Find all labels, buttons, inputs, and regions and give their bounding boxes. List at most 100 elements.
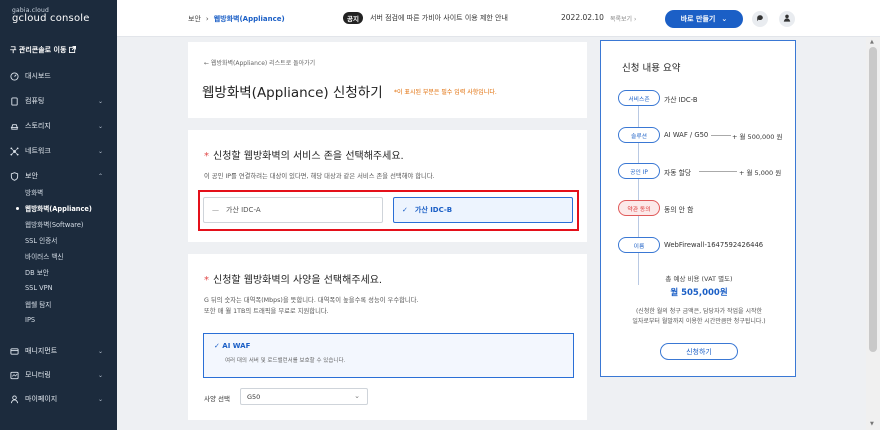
total-cost-value: 월 505,000원 [670,288,728,298]
chat-icon [756,14,764,24]
sidebar-sub-label: 웹쉘 탐지 [25,301,52,309]
sidebar-sub-label: IPS [25,316,36,324]
billing-note-line: 일자로부터 월말까지 이용한 시간만큼만 청구됩니다.) [632,318,766,325]
back-to-list-link[interactable]: ← 웹방화벽(Appliance) 리스트로 돌아가기 [204,58,315,67]
breadcrumb: 보안 › 웹방화벽(Appliance) [188,14,285,24]
required-asterisk: * [204,151,209,162]
sidebar-item-label: 스토리지 [25,122,51,130]
spec-section-title: * 신청할 웹방화벽의 사양을 선택해주세요. [204,271,382,286]
chevron-down-icon: ⌄ [97,122,103,130]
sidebar-item-label: 네트워크 [25,147,51,155]
sidebar-sub-label: 바이러스 백신 [25,253,64,261]
notice-date: 2022.02.10 [561,13,604,22]
header-panel [188,42,587,118]
scroll-up-icon[interactable]: ▲ [870,39,874,45]
sidebar-sub-label: DB 보안 [25,269,49,277]
breadcrumb-current: 웹방화벽(Appliance) [213,15,285,23]
summary-leader-line [711,135,731,136]
spec-option-ai-waf[interactable]: ✓ AI WAF 여러 대의 서버 및 로드밸런서를 보호할 수 있습니다. [203,333,574,378]
apply-button[interactable]: 신청하기 [660,343,738,360]
sidebar-sub-label: 웹방화벽(Appliance) [25,205,92,213]
sidebar-sub-waf-software[interactable]: 웹방화벽(Software) [0,218,117,230]
sidebar-sub-ssl[interactable]: SSL 인증서 [0,234,117,246]
sidebar-item-computing[interactable]: 컴퓨팅 ⌄ [0,94,117,108]
chevron-down-icon: ⌄ [97,97,103,105]
old-console-label: 구 관리콘솔로 이동 [10,46,67,54]
spec-select-label: 사양 선택 [204,395,230,403]
scroll-down-icon[interactable]: ▼ [870,421,874,427]
sidebar-sub-label: SSL VPN [25,284,53,292]
sidebar-sub-label: 웹방화벽(Software) [25,221,84,229]
sidebar-item-management[interactable]: 매니지먼트 ⌄ [0,344,117,358]
spec-desc-line: 또한 매 월 1TB의 트래픽을 무료로 지원합니다. [204,308,329,315]
monitor-icon [10,371,19,380]
sidebar-sub-db-security[interactable]: DB 보안 [0,266,117,278]
total-cost-label: 총 예상 비용 (VAT 별도) [665,275,733,283]
required-note: *이 표시된 부분은 필수 입력 사항입니다. [394,89,497,96]
spec-option-desc: 여러 대의 서버 및 로드밸런서를 보호할 수 있습니다. [225,358,346,364]
notice-badge: 공지 [343,12,363,24]
sidebar-item-network[interactable]: 네트워크 ⌄ [0,144,117,158]
scroll-thumb[interactable] [869,47,877,352]
sidebar-sub-waf-appliance[interactable]: 웹방화벽(Appliance) [0,202,117,214]
summary-value-solution: AI WAF / G50 [664,131,709,139]
chevron-down-icon: ⌄ [97,147,103,155]
old-console-link[interactable]: 구 관리콘솔로 이동 [10,45,77,55]
billing-note: (신청한 월의 청구 금액은, 담당자가 작업을 시작한 일자로부터 월말까지 … [601,307,797,327]
summary-pill-zone: 서비스존 [618,90,660,106]
top-bar: 보안 › 웹방화벽(Appliance) 공지 서버 점검에 따른 가비아 사이… [117,0,880,37]
breadcrumb-parent[interactable]: 보안 [188,14,201,24]
shield-icon [10,171,19,181]
sidebar-item-label: 대시보드 [25,72,51,80]
sidebar-item-monitoring[interactable]: 모니터링 ⌄ [0,368,117,382]
summary-pill-terms: 약관 동의 [618,200,660,216]
sidebar-item-label: 컴퓨팅 [25,97,45,105]
summary-value-ip: 자동 할당 [664,169,692,177]
spec-option-title: ✓ AI WAF [214,342,251,350]
sidebar-sub-firewall[interactable]: 방화벽 [0,186,117,198]
chevron-up-icon: ⌃ [97,172,103,180]
sidebar-sub-antivirus[interactable]: 바이러스 백신 [0,250,117,262]
notice-text[interactable]: 서버 점검에 따른 가비아 사이트 이용 제한 안내 [370,13,508,23]
brand-bottom: gcloud console [12,13,90,24]
summary-pill-solution: 솔루션 [618,127,660,143]
summary-title: 신청 내용 요약 [622,63,681,74]
sidebar-item-mypage[interactable]: 마이페이지 ⌄ [0,392,117,406]
sidebar-item-label: 마이페이지 [25,395,58,403]
summary-value-terms: 동의 안 함 [664,206,694,214]
quick-create-label: 바로 만들기 [680,15,716,23]
brand-logo[interactable]: gabia.cloud gcloud console [12,7,90,24]
zone-section-title-text: 신청할 웹방화벽의 서비스 존을 선택해주세요. [213,151,404,162]
sidebar-item-label: 보안 [25,172,38,180]
sidebar-item-storage[interactable]: 스토리지 ⌄ [0,119,117,133]
chevron-down-icon: ⌄ [721,15,728,23]
sidebar-sub-webshell[interactable]: 웹쉘 탐지 [0,298,117,310]
sidebar-sub-ips[interactable]: IPS [0,314,117,326]
chevron-down-icon: ⌄ [97,371,103,379]
external-link-icon [69,45,77,55]
server-icon [10,96,19,106]
sidebar-item-security[interactable]: 보안 ⌃ [0,169,117,183]
spec-section-desc: G 뒤의 숫자는 대역폭(Mbps)을 뜻합니다. 대역폭이 높을수록 성능이 … [204,295,419,317]
spec-select[interactable]: G50 ⌄ [240,388,368,405]
summary-leader-line [699,171,737,172]
billing-note-line: (신청한 월의 청구 금액은, 담당자가 작업을 시작한 [635,308,763,315]
page-title: 웹방화벽(Appliance) 신청하기 [202,85,383,101]
highlight-frame [198,190,579,231]
quick-create-button[interactable]: 바로 만들기 ⌄ [665,10,743,28]
sidebar-sub-ssl-vpn[interactable]: SSL VPN [0,282,117,294]
chat-button[interactable] [752,11,768,27]
page-scrollbar[interactable]: ▲ ▼ [866,37,880,430]
network-icon [10,146,19,156]
summary-pill-name: 이름 [618,237,660,253]
summary-value-zone: 가산 IDC-B [664,96,698,104]
summary-value-name: WebFirewall-1647592426446 [664,241,764,249]
user-icon [10,394,19,404]
notice-list-link[interactable]: 목록보기 › [610,14,636,23]
sidebar: gabia.cloud gcloud console 구 관리콘솔로 이동 대시… [0,0,117,430]
required-asterisk: * [204,275,209,286]
zone-section-desc: 이 공인 IP를 연결하려는 대상이 있다면, 해당 대상과 같은 서비스 존을… [204,173,435,180]
sidebar-item-label: 매니지먼트 [25,347,58,355]
profile-button[interactable] [779,11,795,27]
sidebar-item-dashboard[interactable]: 대시보드 [0,69,117,83]
